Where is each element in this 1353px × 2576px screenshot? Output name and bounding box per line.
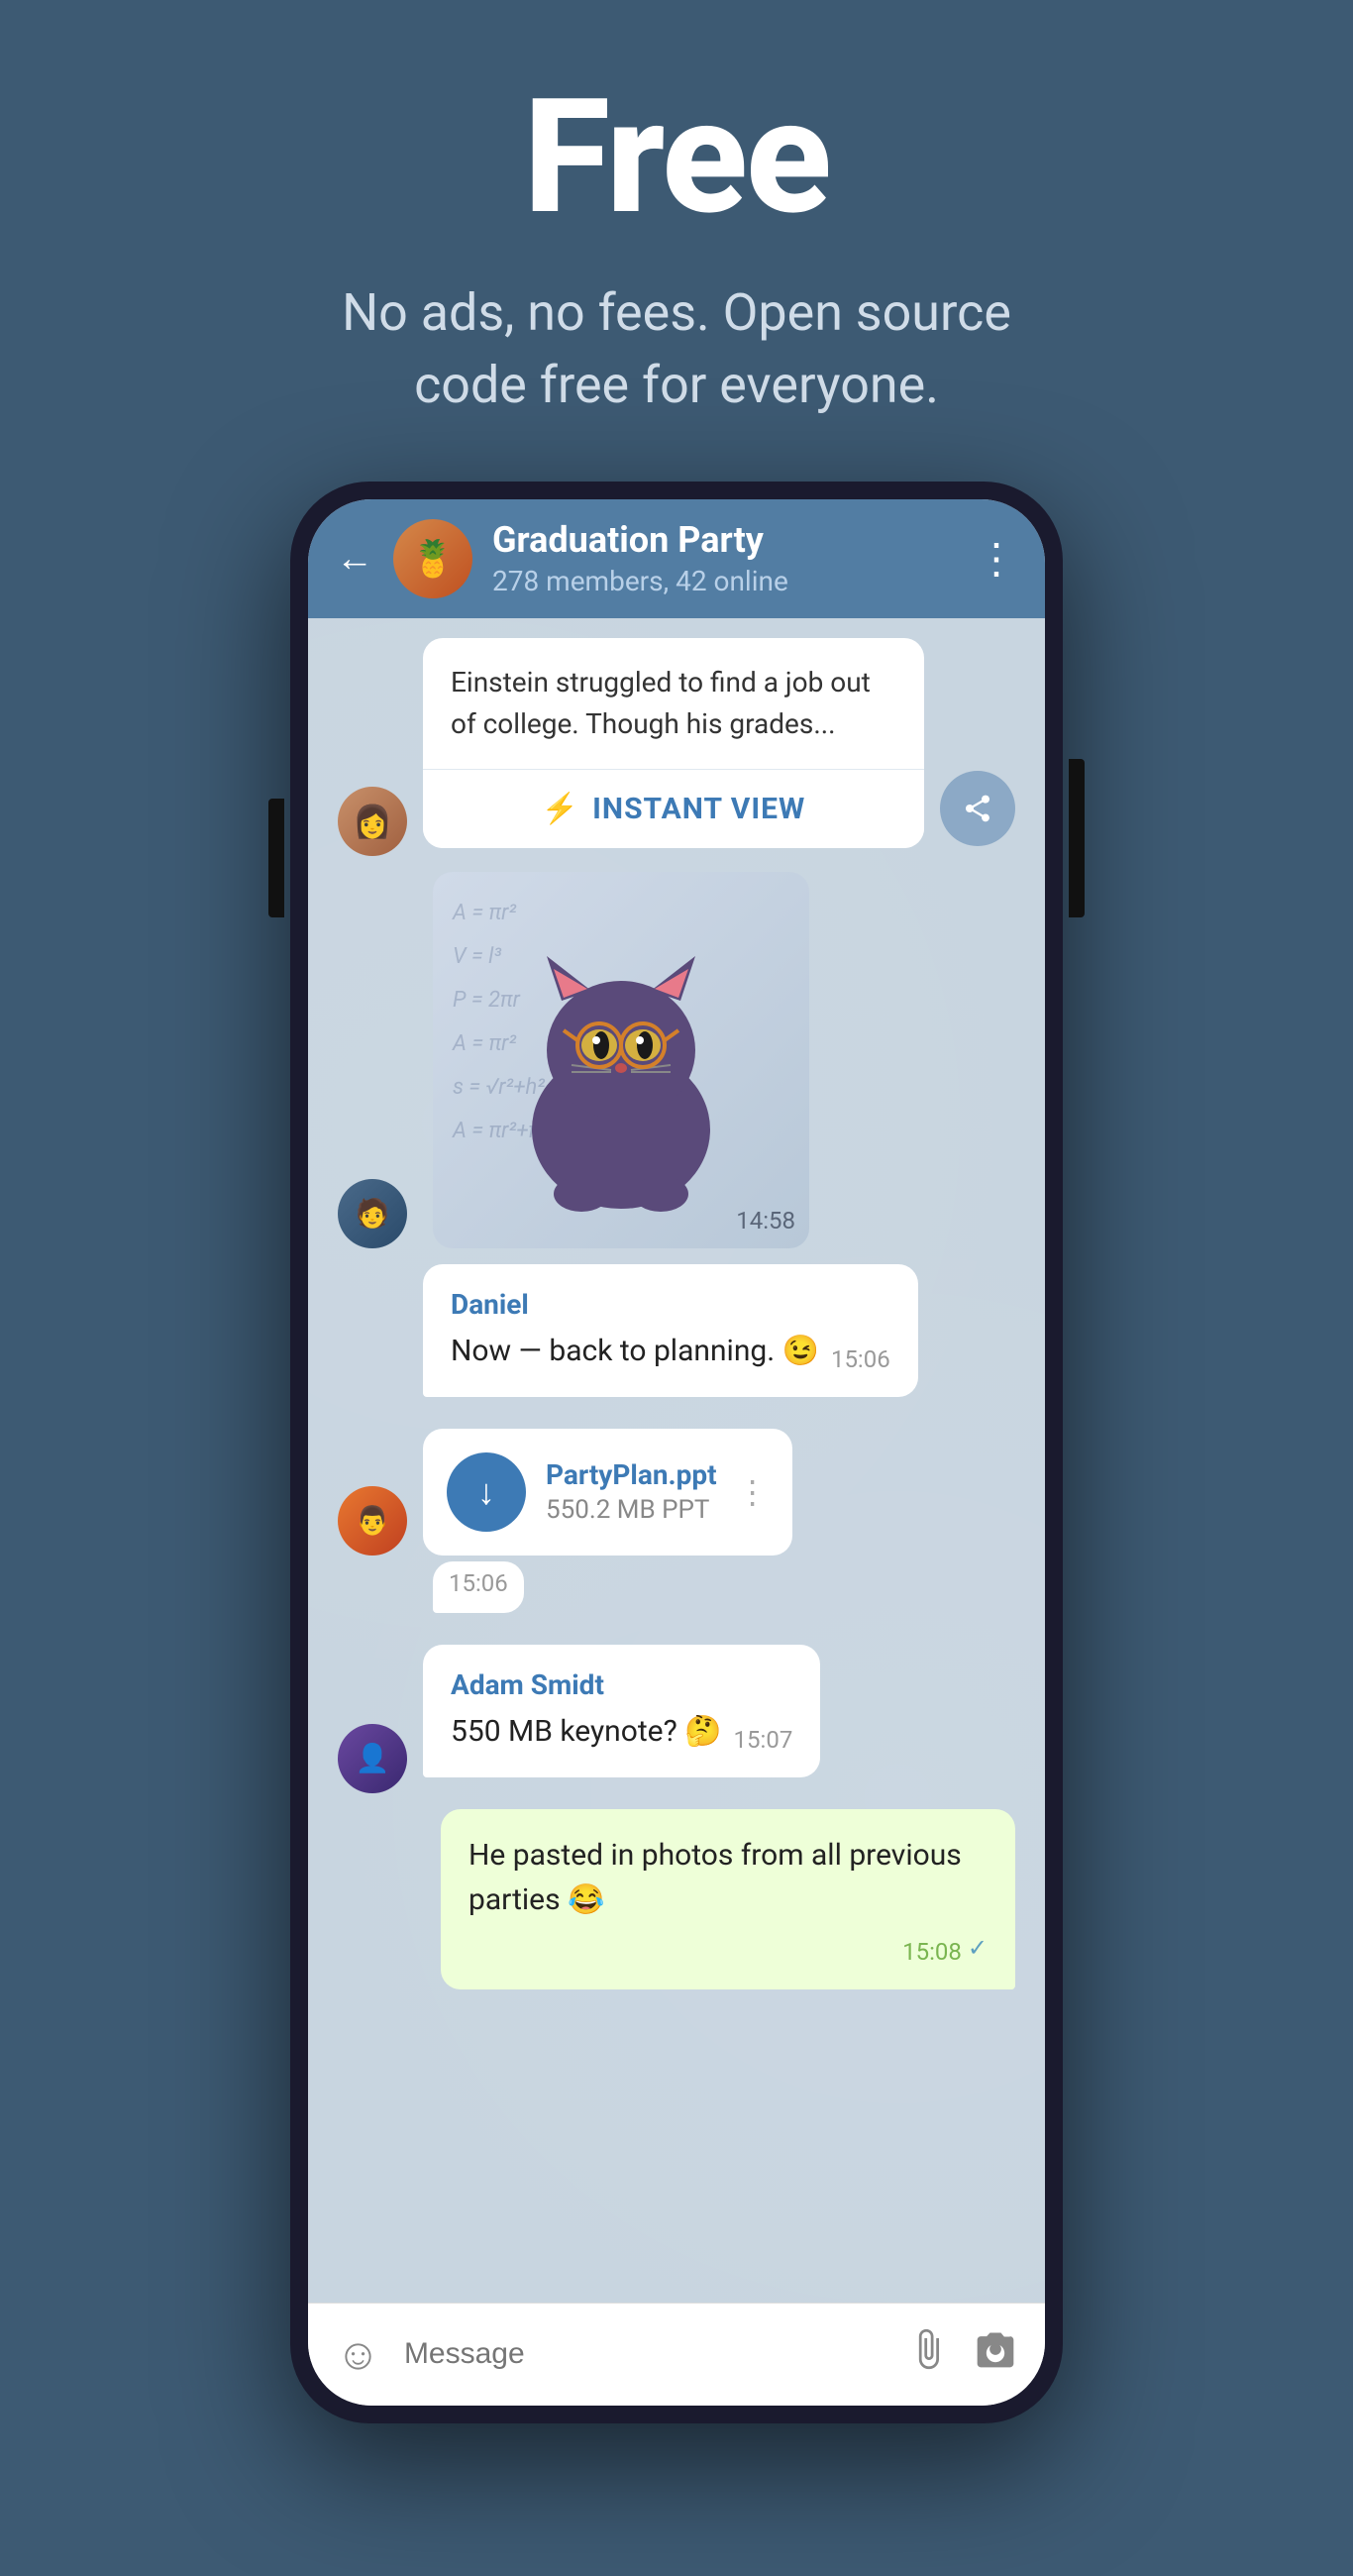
file-info: PartyPlan.ppt 550.2 MB PPT <box>546 1458 717 1525</box>
adam-msg-text: 550 MB keynote? 🤔 <box>451 1709 722 1754</box>
file-name: PartyPlan.ppt <box>546 1458 717 1491</box>
hero-title: Free <box>523 79 829 238</box>
file-size: 550.2 MB PPT <box>546 1495 717 1525</box>
emoji-button[interactable]: ☺ <box>336 2328 380 2380</box>
sticker-message-row: 🧑 A = πr² V = l³ P = 2πr A = πr² s = √r²… <box>338 872 1015 1248</box>
chat-body: 👩 Einstein struggled to find a job out o… <box>308 618 1045 2303</box>
adam-sender-name: Adam Smidt <box>451 1668 792 1701</box>
daniel-msg-time: 15:06 <box>831 1345 890 1373</box>
hero-subtitle: No ads, no fees. Open source code free f… <box>300 277 1053 422</box>
share-button[interactable] <box>940 771 1015 846</box>
lightning-icon: ⚡ <box>542 792 578 826</box>
article-card-wrapper: Einstein struggled to find a job out of … <box>423 638 924 856</box>
message-input[interactable] <box>404 2337 883 2371</box>
phone-device: ← 🍍 Graduation Party 278 members, 42 onl… <box>290 482 1063 2423</box>
daniel-sender-name: Daniel <box>451 1288 890 1321</box>
phone-screen: ← 🍍 Graduation Party 278 members, 42 onl… <box>308 499 1045 2406</box>
file-msg-time: 15:06 <box>449 1569 508 1597</box>
group-name: Graduation Party <box>492 519 956 561</box>
group-info: Graduation Party 278 members, 42 online <box>492 519 956 597</box>
sent-message-row: He pasted in photos from all previous pa… <box>338 1809 1015 2005</box>
instant-view-label: INSTANT VIEW <box>592 792 805 826</box>
sticker-container: A = πr² V = l³ P = 2πr A = πr² s = √r²+h… <box>433 872 809 1248</box>
file-time-bubble: 15:06 <box>433 1561 524 1613</box>
sent-msg-text: He pasted in photos from all previous pa… <box>468 1833 988 1922</box>
group-members: 278 members, 42 online <box>492 565 956 597</box>
chat-header: ← 🍍 Graduation Party 278 members, 42 onl… <box>308 499 1045 618</box>
back-button[interactable]: ← <box>336 537 373 581</box>
adam-msg-time: 15:07 <box>734 1726 793 1754</box>
file-message-row: 👨 ↓ PartyPlan.ppt 550.2 MB PPT ⋮ <box>338 1429 1015 1556</box>
cat-sticker-svg <box>492 902 750 1219</box>
instant-view-button[interactable]: ⚡ INSTANT VIEW <box>423 769 924 848</box>
file-sender-avatar: 👨 <box>338 1486 407 1556</box>
adam-message: Adam Smidt 550 MB keynote? 🤔 15:07 <box>423 1645 820 1777</box>
sender-avatar-1: 👩 <box>338 787 407 856</box>
adam-text-row: 550 MB keynote? 🤔 15:07 <box>451 1709 792 1754</box>
camera-button[interactable] <box>974 2327 1017 2382</box>
daniel-message-row: Daniel Now — back to planning. 😉 15:06 <box>338 1264 1015 1413</box>
chat-input-bar: ☺ <box>308 2303 1045 2406</box>
sent-time-row: 15:08 ✓ <box>468 1930 988 1966</box>
daniel-text-row: Now — back to planning. 😉 15:06 <box>451 1329 890 1373</box>
article-card: Einstein struggled to find a job out of … <box>423 638 924 848</box>
daniel-msg-text: Now — back to planning. 😉 <box>451 1329 819 1373</box>
adam-message-row: 👤 Adam Smidt 550 MB keynote? 🤔 15:07 <box>338 1645 1015 1793</box>
article-message-row: 👩 Einstein struggled to find a job out o… <box>338 638 1015 856</box>
group-avatar: 🍍 <box>393 519 472 598</box>
header-menu-button[interactable]: ⋮ <box>976 534 1017 584</box>
attach-button[interactable] <box>906 2327 950 2382</box>
file-time-row: 15:06 <box>433 1561 1015 1629</box>
file-download-button[interactable]: ↓ <box>447 1452 526 1532</box>
article-text: Einstein struggled to find a job out of … <box>423 638 924 769</box>
file-menu-button[interactable]: ⋮ <box>737 1473 769 1511</box>
daniel-message: Daniel Now — back to planning. 😉 15:06 <box>423 1264 918 1397</box>
hero-section: Free No ads, no fees. Open source code f… <box>0 0 1353 482</box>
file-card: ↓ PartyPlan.ppt 550.2 MB PPT ⋮ <box>423 1429 792 1556</box>
sent-message: He pasted in photos from all previous pa… <box>441 1809 1015 1989</box>
adam-sender-avatar: 👤 <box>338 1724 407 1793</box>
sent-check-icon: ✓ <box>968 1934 988 1962</box>
sticker-sender-avatar: 🧑 <box>338 1179 407 1248</box>
sent-msg-time: 15:08 <box>902 1938 962 1966</box>
sent-text-row: He pasted in photos from all previous pa… <box>468 1833 988 1922</box>
